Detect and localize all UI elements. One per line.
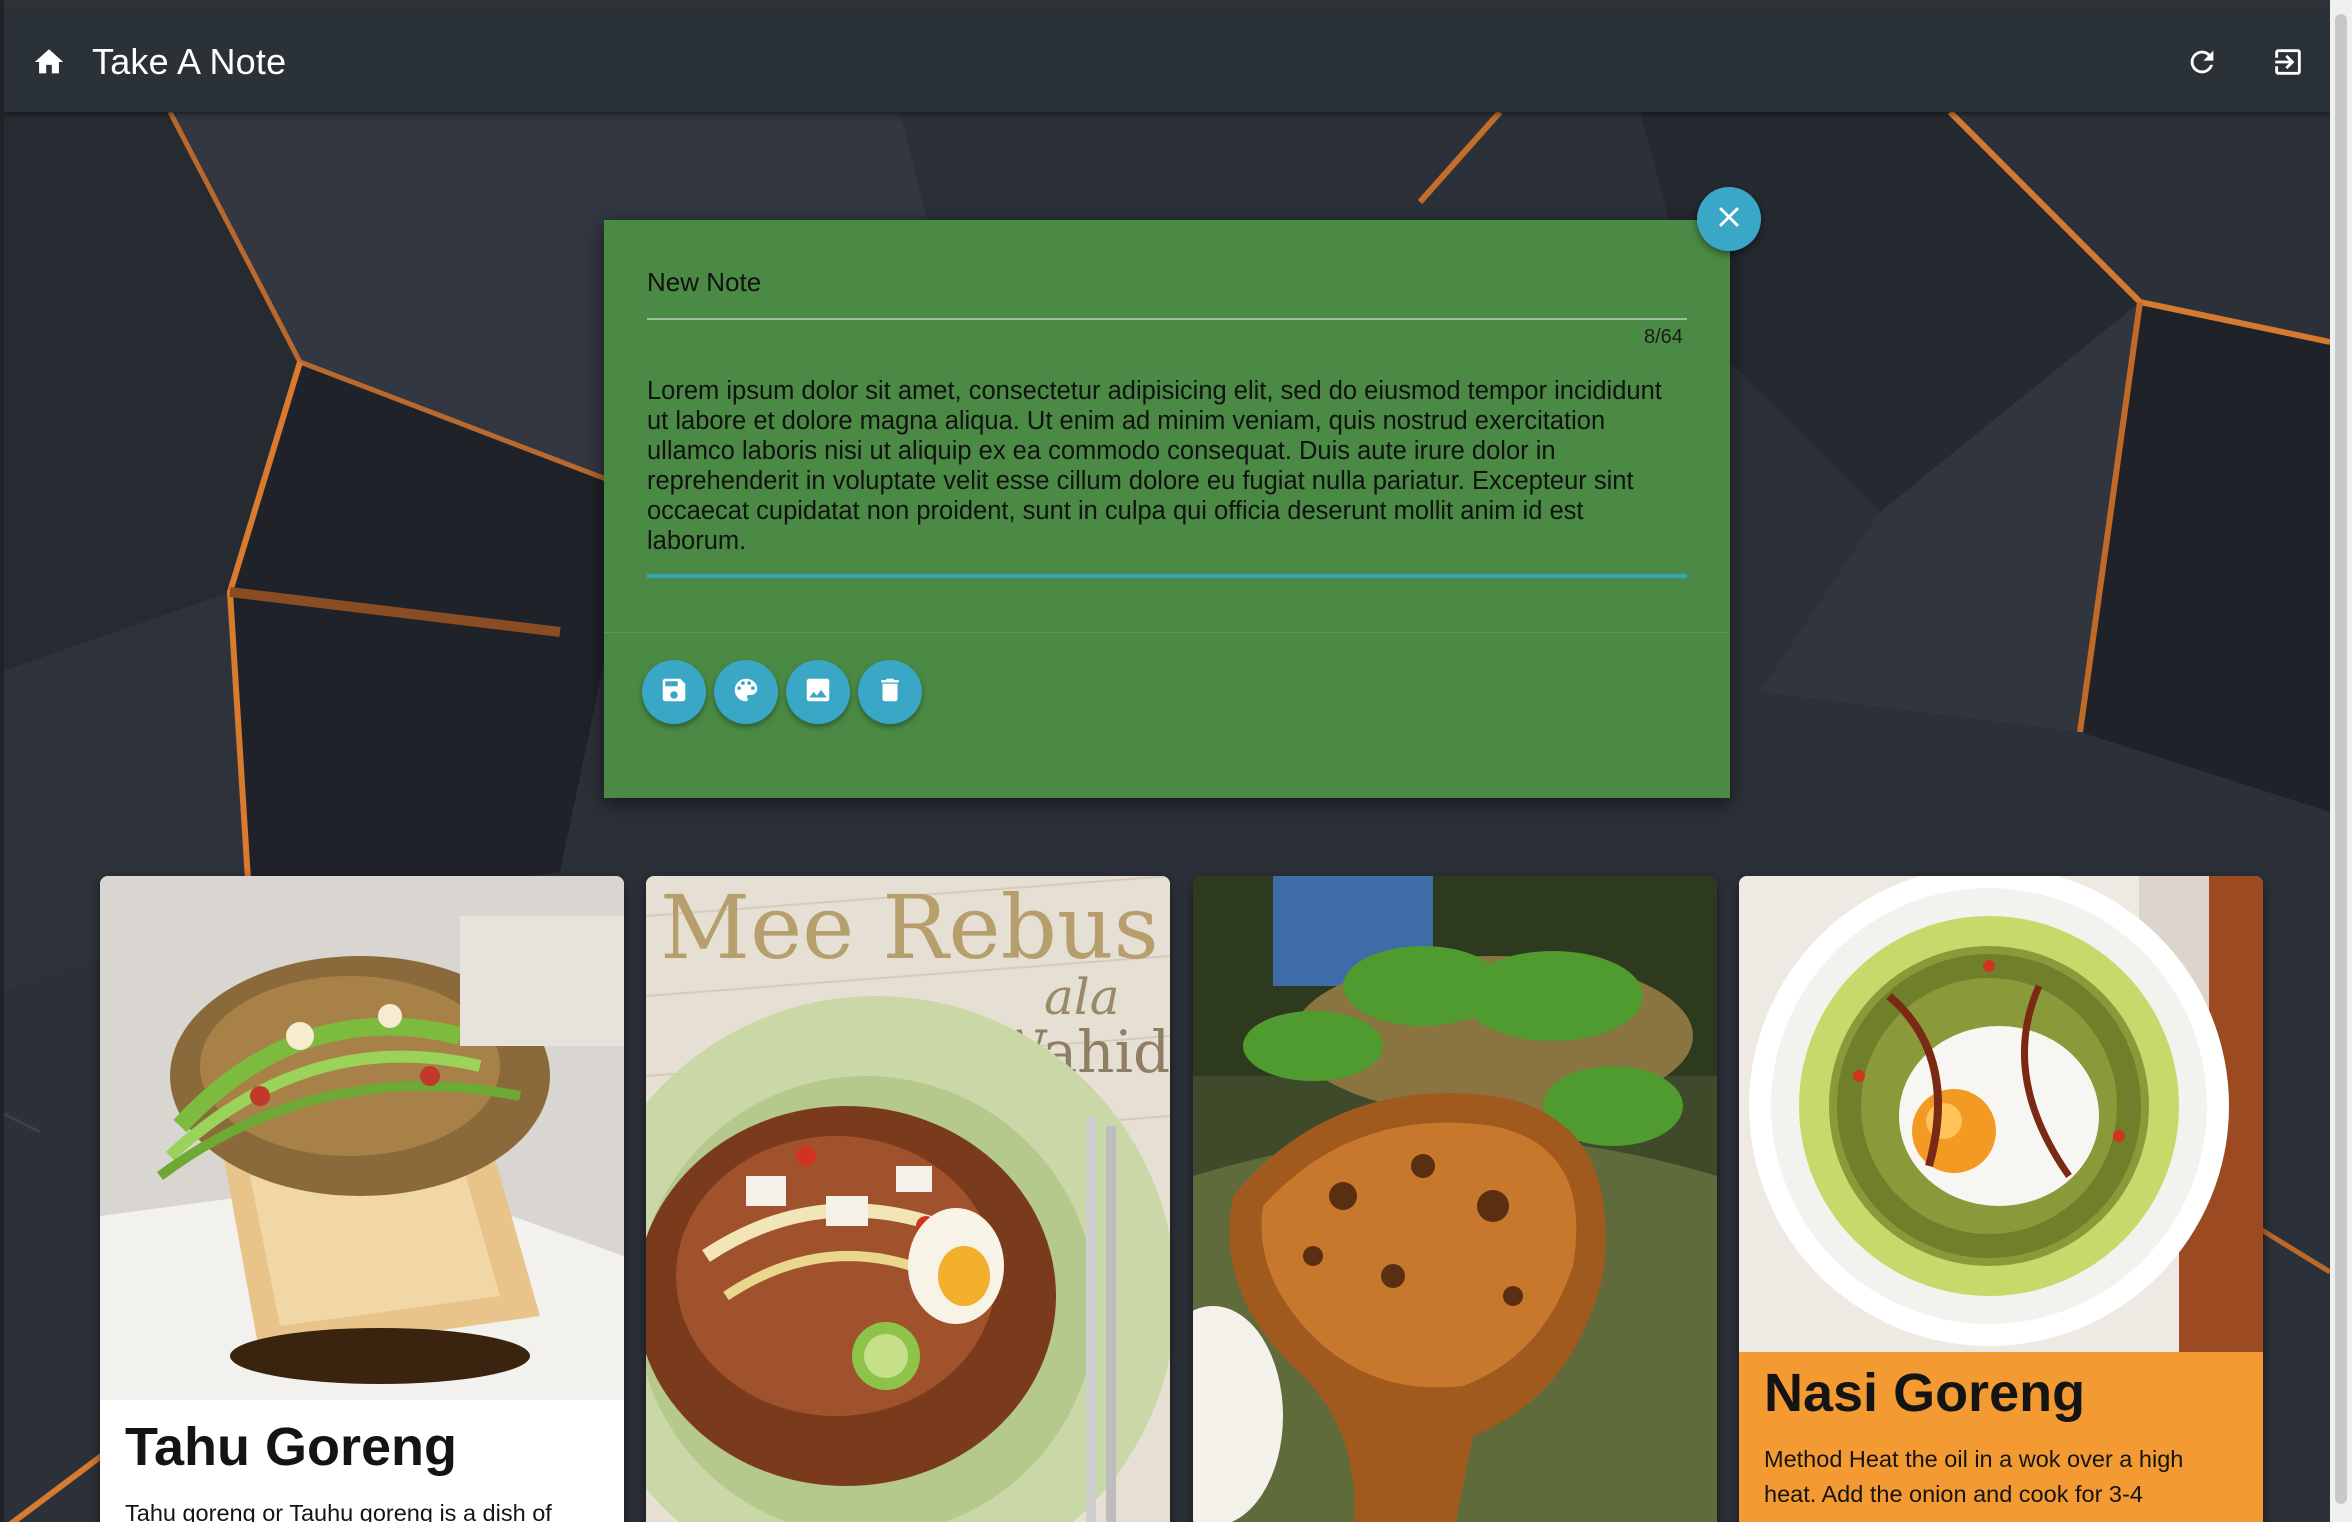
note-card-image	[1193, 876, 1717, 1522]
note-card-description: Tahu goreng or Tauhu goreng is a dish of	[125, 1500, 552, 1522]
color-palette-button[interactable]	[714, 660, 778, 724]
note-editor: New Note 8/64 Lorem ipsum dolor sit amet…	[604, 220, 1730, 798]
note-card-image	[100, 876, 624, 1400]
note-card-title: Nasi Goreng	[1764, 1363, 2086, 1423]
note-card-content: Tahu Goreng Tahu goreng or Tauhu goreng …	[100, 1400, 624, 1522]
window-left-edge	[0, 0, 4, 1522]
mee-rebus-title-art: Mee Rebus	[660, 876, 1159, 979]
note-title-field[interactable]: New Note	[647, 254, 1687, 320]
editor-actions	[642, 660, 922, 724]
note-card-title: Tahu Goreng	[125, 1417, 457, 1477]
note-card-tahu-goreng[interactable]: Tahu Goreng Tahu goreng or Tauhu goreng …	[100, 876, 624, 1522]
app-root: Take A Note New Note 8/64 Lorem ipsum do…	[0, 0, 2352, 1522]
note-body-text[interactable]: Lorem ipsum dolor sit amet, consectetur …	[647, 376, 1687, 556]
note-card-nasi-goreng[interactable]: Nasi Goreng Method Heat the oil in a wok…	[1739, 876, 2263, 1522]
save-icon	[659, 675, 689, 710]
logout-icon[interactable]	[2268, 42, 2308, 82]
notes-grid: Tahu Goreng Tahu goreng or Tauhu goreng …	[100, 876, 2270, 1522]
page-scrollbar[interactable]	[2330, 0, 2352, 1522]
close-editor-button[interactable]	[1697, 187, 1761, 251]
refresh-icon[interactable]	[2182, 42, 2222, 82]
save-button[interactable]	[642, 660, 706, 724]
note-card-image: Mee Rebus ala Hj Wahid	[646, 876, 1170, 1522]
note-card-grilled-chicken[interactable]	[1193, 876, 1717, 1522]
home-icon[interactable]	[32, 45, 66, 79]
image-icon	[803, 675, 833, 710]
close-icon	[1712, 200, 1746, 239]
delete-icon	[875, 675, 905, 710]
note-card-content: Nasi Goreng Method Heat the oil in a wok…	[1739, 1352, 2263, 1522]
title-char-counter: 8/64	[1644, 326, 1683, 348]
delete-button[interactable]	[858, 660, 922, 724]
note-card-description: Method Heat the oil in a wok over a high…	[1764, 1446, 2184, 1507]
add-image-button[interactable]	[786, 660, 850, 724]
app-title: Take A Note	[92, 41, 287, 82]
note-title-value[interactable]: New Note	[647, 254, 1687, 310]
scrollbar-thumb[interactable]	[2335, 14, 2347, 1504]
note-card-image	[1739, 876, 2263, 1352]
editor-divider	[604, 632, 1730, 633]
palette-icon	[731, 675, 761, 710]
note-body-underline	[647, 574, 1687, 578]
app-bar: Take A Note	[4, 12, 2330, 112]
note-card-mee-rebus[interactable]: Mee Rebus ala Hj Wahid	[646, 876, 1170, 1522]
note-body-field[interactable]: Lorem ipsum dolor sit amet, consectetur …	[647, 376, 1687, 800]
window-top-strip	[0, 0, 2352, 12]
